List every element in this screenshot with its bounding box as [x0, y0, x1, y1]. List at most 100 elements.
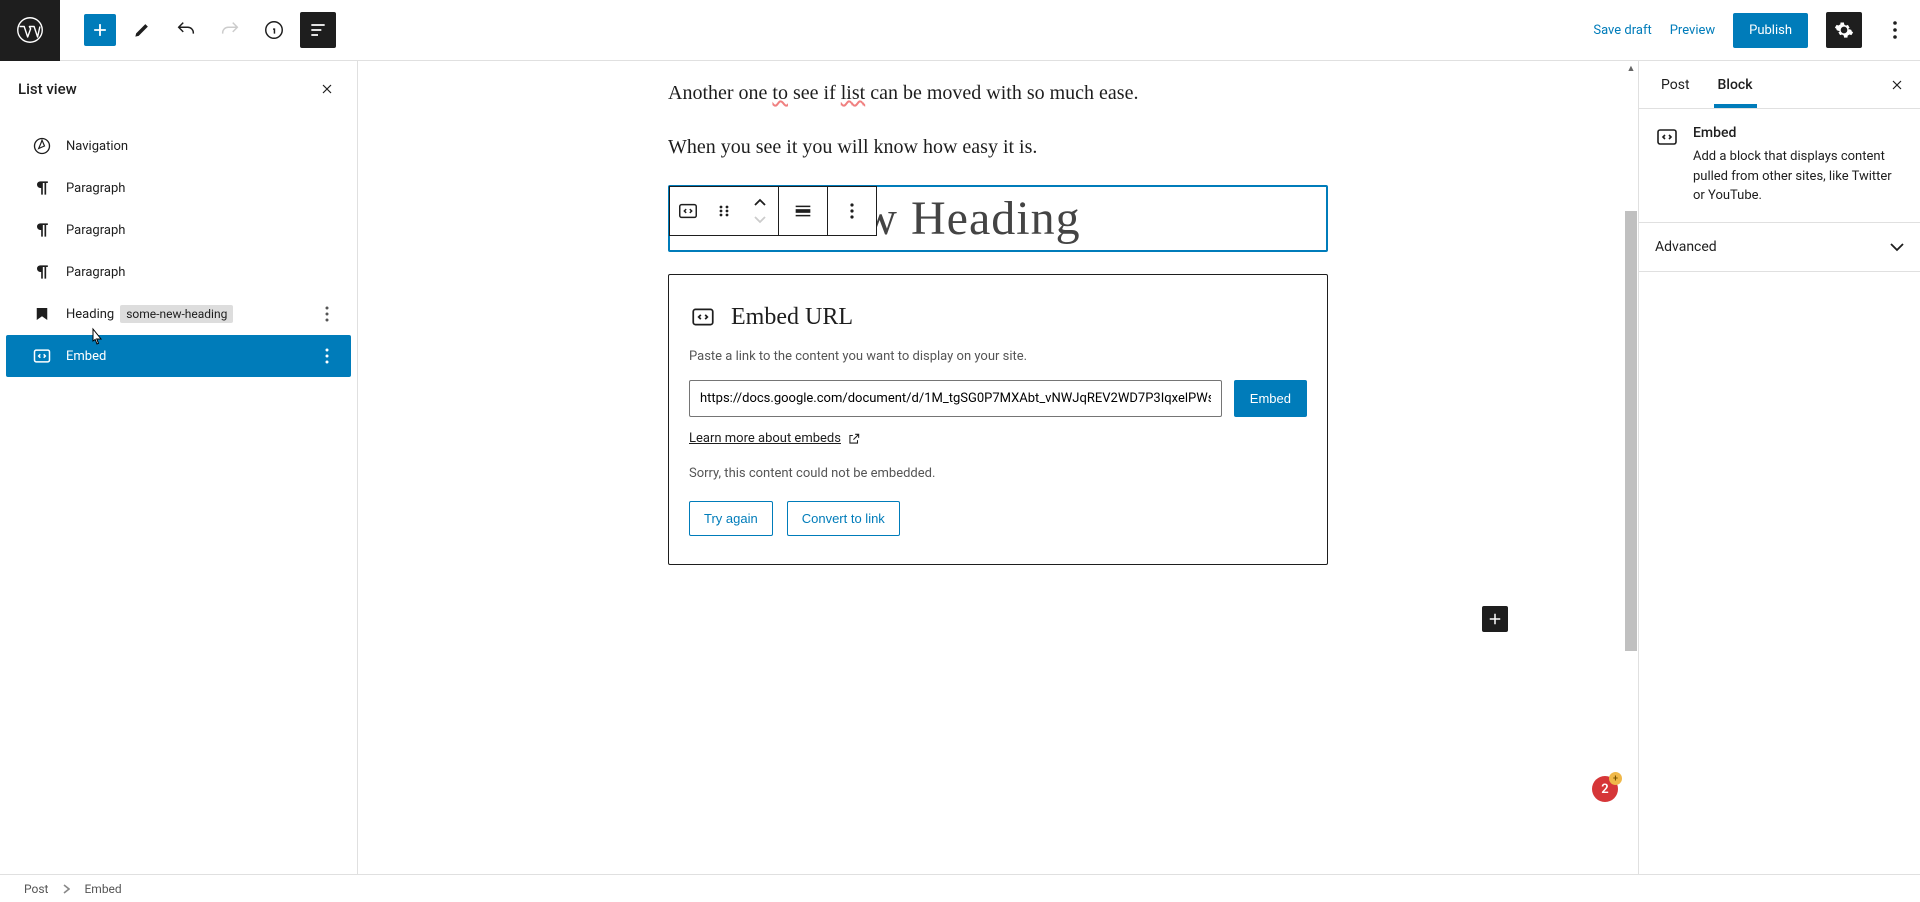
notification-count: 2 [1601, 782, 1608, 797]
learn-more-text: Learn more about embeds [689, 431, 841, 446]
breadcrumb-root[interactable]: Post [24, 882, 48, 896]
spellcheck-word: to [772, 82, 788, 104]
heading-icon [30, 302, 54, 326]
list-view-close-button[interactable] [315, 77, 339, 101]
wordpress-logo[interactable] [0, 0, 60, 61]
settings-sidebar: Post Block Embed Add a block that displa… [1638, 61, 1920, 902]
chevron-down-icon [1890, 242, 1904, 252]
block-appender-button[interactable] [1482, 606, 1508, 632]
list-item-label: Paragraph [66, 265, 125, 280]
embed-icon [1655, 125, 1679, 149]
embed-input-row: Embed [689, 380, 1307, 417]
list-view-header: List view [0, 61, 357, 117]
chevron-right-icon [62, 884, 70, 894]
scrollbar-thumb[interactable] [1625, 211, 1637, 651]
editor-canvas[interactable]: Another one to see if list can be moved … [658, 61, 1338, 685]
block-more-button[interactable] [828, 187, 876, 235]
heading-block[interactable]: Some New Heading [668, 185, 1328, 252]
embed-block[interactable]: Embed URL Paste a link to the content yo… [668, 274, 1328, 565]
sidebar-tabs: Post Block [1639, 61, 1920, 109]
embed-submit-button[interactable]: Embed [1234, 380, 1307, 417]
block-move-up-button[interactable] [754, 193, 766, 211]
settings-button[interactable] [1826, 12, 1862, 48]
list-view-panel: List view Navigation Paragraph [0, 61, 358, 902]
list-item-embed[interactable]: Embed [6, 335, 351, 377]
block-move-arrows [742, 187, 778, 235]
block-align-button[interactable] [779, 187, 827, 235]
block-breadcrumb: Post Embed [0, 874, 1920, 902]
list-item-more-button[interactable] [315, 344, 339, 368]
paragraph-text: see if [788, 82, 841, 104]
paragraph-text: can be moved with so much ease. [865, 82, 1138, 104]
block-toolbar [669, 186, 877, 236]
main-layout: List view Navigation Paragraph [0, 61, 1920, 902]
list-item-label: Paragraph [66, 223, 125, 238]
list-item-navigation[interactable]: Navigation [6, 125, 351, 167]
block-inserter-button[interactable] [84, 14, 116, 46]
advanced-panel-title: Advanced [1655, 239, 1717, 255]
block-name: Embed [1693, 125, 1904, 141]
paragraph-block[interactable]: Another one to see if list can be moved … [668, 77, 1328, 109]
paragraph-block[interactable]: When you see it you will know how easy i… [668, 131, 1328, 163]
editor-canvas-wrap: ▲ Another one to see if list can be move… [358, 61, 1638, 902]
tab-block[interactable]: Block [1704, 63, 1767, 107]
toolbar-right-group: Save draft Preview Publish [1593, 12, 1920, 48]
notification-badge[interactable]: 2 + [1592, 776, 1618, 802]
block-info-text: Embed Add a block that displays content … [1693, 125, 1904, 206]
tab-post[interactable]: Post [1647, 63, 1704, 107]
block-description: Add a block that displays content pulled… [1693, 147, 1904, 206]
undo-button[interactable] [168, 12, 204, 48]
toolbar-left-group [60, 12, 336, 48]
convert-to-link-button[interactable]: Convert to link [787, 501, 900, 536]
list-item-anchor-tag: some-new-heading [120, 305, 233, 323]
sidebar-close-button[interactable] [1882, 70, 1912, 100]
block-drag-handle[interactable] [706, 187, 742, 235]
list-view-items: Navigation Paragraph Paragraph Paragraph [0, 117, 357, 902]
embed-icon [689, 303, 717, 331]
list-view-title: List view [18, 80, 77, 98]
canvas-scrollbar[interactable]: ▲ [1624, 61, 1638, 902]
navigation-icon [30, 134, 54, 158]
embed-url-input[interactable] [689, 380, 1222, 417]
publish-button[interactable]: Publish [1733, 13, 1808, 48]
block-move-down-button[interactable] [754, 211, 766, 229]
details-button[interactable] [256, 12, 292, 48]
list-item-label: Heading [66, 307, 114, 322]
sidebar-block-info: Embed Add a block that displays content … [1639, 109, 1920, 223]
list-item-label: Embed [66, 349, 106, 364]
more-options-button[interactable] [1880, 21, 1910, 39]
block-type-button[interactable] [670, 187, 706, 235]
list-item-paragraph[interactable]: Paragraph [6, 167, 351, 209]
external-link-icon [847, 432, 861, 446]
learn-more-link[interactable]: Learn more about embeds [689, 431, 861, 446]
embed-title: Embed URL [731, 304, 853, 331]
embed-error-message: Sorry, this content could not be embedde… [689, 466, 1307, 481]
list-item-paragraph[interactable]: Paragraph [6, 209, 351, 251]
list-item-label: Navigation [66, 139, 128, 154]
paragraph-icon [30, 218, 54, 242]
try-again-button[interactable]: Try again [689, 501, 773, 536]
list-item-label: Paragraph [66, 181, 125, 196]
embed-actions: Try again Convert to link [689, 501, 1307, 536]
list-item-heading[interactable]: Heading some-new-heading [6, 293, 351, 335]
preview-button[interactable]: Preview [1670, 23, 1715, 38]
embed-icon [30, 344, 54, 368]
notification-plus-icon: + [1609, 772, 1622, 785]
scrollbar-up-icon[interactable]: ▲ [1624, 61, 1638, 75]
save-draft-button[interactable]: Save draft [1593, 23, 1651, 38]
list-view-button[interactable] [300, 12, 336, 48]
paragraph-text: Another one [668, 82, 772, 104]
embed-description: Paste a link to the content you want to … [689, 349, 1307, 364]
embed-header: Embed URL [689, 303, 1307, 331]
paragraph-icon [30, 176, 54, 200]
edit-mode-button[interactable] [124, 12, 160, 48]
paragraph-icon [30, 260, 54, 284]
list-item-more-button[interactable] [315, 302, 339, 326]
sidebar-panel-advanced: Advanced [1639, 223, 1920, 272]
advanced-panel-toggle[interactable]: Advanced [1639, 223, 1920, 271]
list-item-paragraph[interactable]: Paragraph [6, 251, 351, 293]
top-toolbar: Save draft Preview Publish [0, 0, 1920, 61]
redo-button[interactable] [212, 12, 248, 48]
breadcrumb-current: Embed [84, 882, 121, 896]
paragraph-text: When you see it you will know how easy i… [668, 136, 1037, 158]
